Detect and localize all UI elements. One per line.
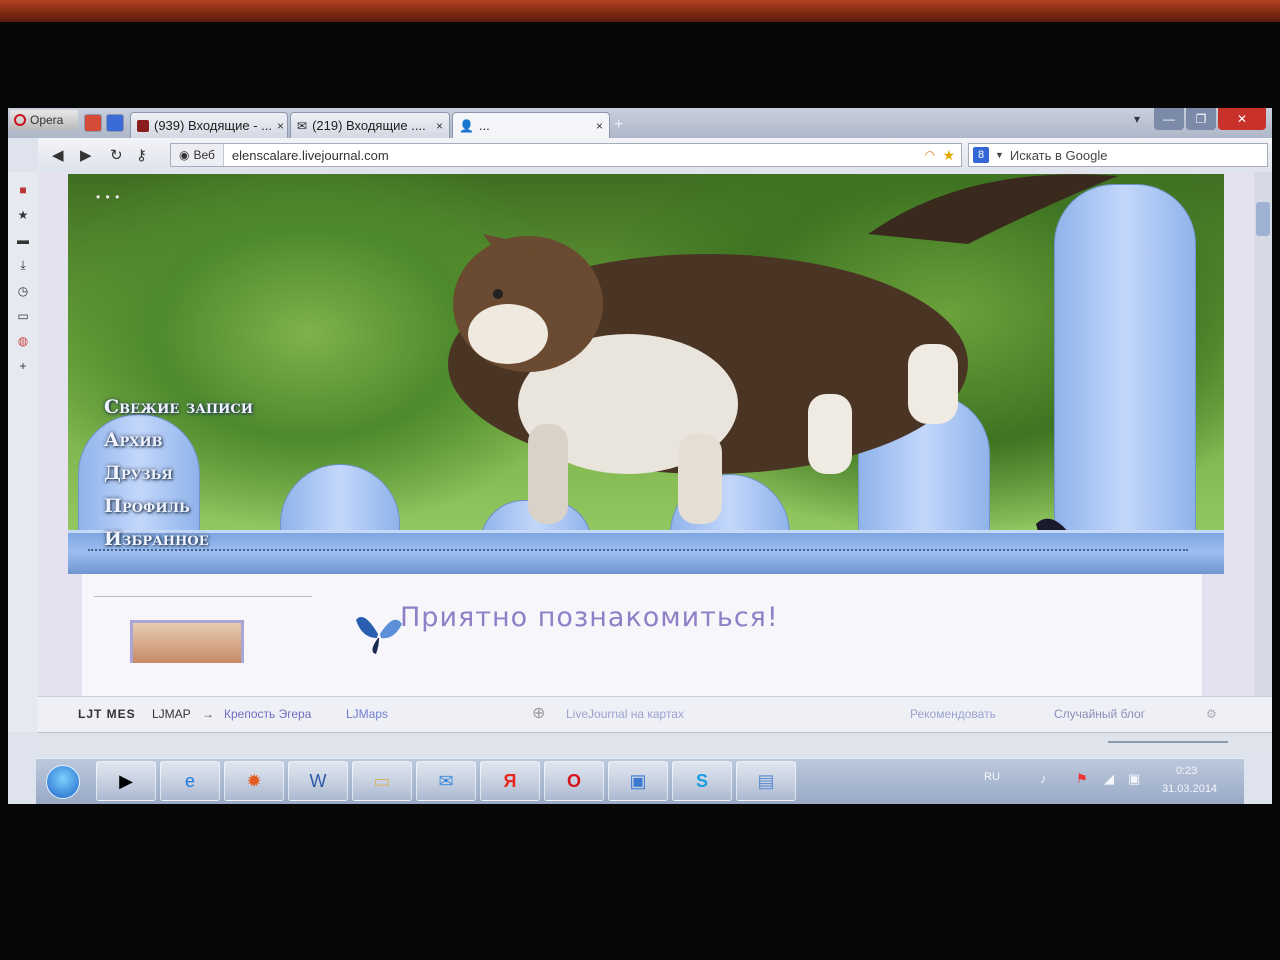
opera-menu-label: Opera <box>30 113 64 127</box>
ljmaps-link[interactable]: LJMaps <box>346 707 388 721</box>
start-button[interactable] <box>46 765 80 799</box>
screen: Opera (939) Входящие - ... × ✉ (219) Вхо… <box>8 108 1272 804</box>
ljmap-link[interactable]: Крепость Эгера <box>224 707 311 721</box>
picture-viewer-icon[interactable]: ▣ <box>608 761 668 801</box>
user-favicon-icon: 👤 <box>459 118 474 133</box>
nav-recent-entries[interactable]: Свежие записи <box>104 396 253 418</box>
forward-icon[interactable]: ▶ <box>80 146 92 164</box>
volume-icon[interactable]: ♪ <box>1040 771 1047 786</box>
tab-title: (939) Входящие - ... <box>154 118 272 133</box>
clock-time[interactable]: 0:23 <box>1176 765 1197 777</box>
globe-icon: ◉ <box>179 148 190 162</box>
bookmark-star-icon[interactable]: ★ <box>942 147 955 164</box>
tab-inbox-2[interactable]: ✉ (219) Входящие .... × <box>290 112 450 138</box>
internet-explorer-icon[interactable]: e <box>160 761 220 801</box>
downloads-icon[interactable]: ⤓ <box>8 258 38 273</box>
remote-desktop-icon[interactable]: ▤ <box>736 761 796 801</box>
recommend-link[interactable]: Рекомендовать <box>910 707 996 721</box>
tab-inbox-1[interactable]: (939) Входящие - ... × <box>130 112 288 138</box>
yandex-icon[interactable]: Я <box>480 761 540 801</box>
nav-archive[interactable]: Архив <box>104 429 253 451</box>
opera-menu-button[interactable]: Opera <box>10 110 78 130</box>
nav-friends[interactable]: Друзья <box>104 462 253 484</box>
add-panel-icon[interactable]: + <box>8 359 38 373</box>
key-icon[interactable]: ⚷ <box>136 146 147 164</box>
signal-icon[interactable]: ◢ <box>1104 771 1114 787</box>
journal-header-banner: • • • Свежие записи Архив Друзья Профиль… <box>68 174 1224 574</box>
maximize-button[interactable]: ❐ <box>1186 108 1216 130</box>
journal-nav-menu: Свежие записи Архив Друзья Профиль Избра… <box>104 396 253 561</box>
status-bar <box>38 732 1272 751</box>
scrollbar-thumb[interactable] <box>1256 202 1270 236</box>
tab-title: (219) Входящие .... <box>312 118 426 133</box>
page-content: • • • Свежие записи Архив Друзья Профиль… <box>38 172 1272 732</box>
history-icon[interactable]: ◷ <box>8 284 38 298</box>
random-blog-link[interactable]: Случайный блог <box>1054 707 1145 721</box>
pinned-tab-social[interactable] <box>106 114 124 132</box>
search-input[interactable]: 8 ▼ Искать в Google <box>968 143 1268 167</box>
tab-livejournal[interactable]: 👤 ... × <box>452 112 610 138</box>
tab-title: ... <box>478 118 490 133</box>
nav-profile[interactable]: Профиль <box>104 495 253 517</box>
opera-logo-icon <box>14 114 26 126</box>
url-field[interactable]: ◉ Веб elenscalare.livejournal.com ◠ ★ <box>170 143 962 167</box>
settings-icon[interactable]: ⚙ <box>1206 707 1217 721</box>
map-pin-icon: ⊕ <box>532 705 546 722</box>
opera-icon[interactable]: O <box>544 761 604 801</box>
language-indicator[interactable]: RU <box>984 771 1000 783</box>
close-window-button[interactable]: ✕ <box>1218 108 1266 130</box>
google-icon[interactable]: 8 <box>973 147 989 163</box>
ljtimes-brand[interactable]: LJT MES <box>78 707 136 721</box>
clock-date[interactable]: 31.03.2014 <box>1162 783 1217 795</box>
address-bar: ◀ ▶ ↻ ⚷ ◉ Веб elenscalare.livejournal.co… <box>38 138 1272 172</box>
mail-icon[interactable]: ✉ <box>416 761 476 801</box>
url-text: elenscalare.livejournal.com <box>231 147 389 163</box>
small-butterfly-icon <box>356 617 402 654</box>
monitor-icon[interactable]: ▣ <box>1128 771 1140 787</box>
notes-icon[interactable]: ▬ <box>8 233 38 247</box>
windows-taskbar: ▶ e ✹ W ▭ ✉ Я O ▣ S ▤ RU ♪ ⚑ ◢ ▣ 0:23 31… <box>36 758 1244 804</box>
site-badge[interactable]: ◉ Веб <box>171 144 224 166</box>
speed-dial-icon[interactable]: ■ <box>8 183 38 197</box>
paint-icon[interactable]: ✹ <box>224 761 284 801</box>
map-link[interactable]: LiveJournal на картах <box>566 707 684 721</box>
divider <box>94 596 312 597</box>
tab-list-button[interactable]: ▾ <box>1128 108 1146 130</box>
arrow-icon: → <box>202 707 214 721</box>
back-icon[interactable]: ◀ <box>52 146 64 164</box>
skype-icon[interactable]: S <box>672 761 732 801</box>
opera-side-panel: ■ ★ ▬ ⤓ ◷ ▭ ◍ + <box>8 172 39 732</box>
word-icon[interactable]: W <box>288 761 348 801</box>
search-placeholder: Искать в Google <box>1009 147 1108 163</box>
tab-close-icon[interactable]: × <box>596 119 603 133</box>
rss-icon[interactable]: ◠ <box>925 148 935 162</box>
vertical-scrollbar[interactable] <box>1254 172 1272 732</box>
new-tab-button[interactable]: + <box>614 116 623 134</box>
minimize-button[interactable]: — <box>1154 108 1184 130</box>
zoom-slider[interactable] <box>1108 741 1228 743</box>
monitor-bezel-top <box>0 0 1280 22</box>
envelope-icon: ✉ <box>297 118 308 133</box>
media-player-icon[interactable]: ▶ <box>96 761 156 801</box>
tab-bar: Opera (939) Входящие - ... × ✉ (219) Вхо… <box>8 108 1272 138</box>
tab-close-icon[interactable]: × <box>277 119 284 133</box>
site-badge-label: Веб <box>193 148 215 162</box>
nav-favorites[interactable]: Избранное <box>104 528 253 550</box>
search-dropdown-icon[interactable]: ▼ <box>995 150 1004 160</box>
greeting-title: Приятно познакомиться! <box>400 602 779 633</box>
reload-icon[interactable]: ↻ <box>110 146 123 164</box>
userpic-thumbnail[interactable] <box>130 620 244 663</box>
folder-icon[interactable]: ▭ <box>352 761 412 801</box>
bookmarks-icon[interactable]: ★ <box>8 208 38 222</box>
lj-toolbar: LJT MES LJMAP → Крепость Эгера LJMaps ⊕ … <box>38 696 1272 733</box>
panels-icon[interactable]: ▭ <box>8 309 38 323</box>
tab-close-icon[interactable]: × <box>436 119 443 133</box>
ljmap-label: LJMAP <box>152 707 191 721</box>
unite-icon[interactable]: ◍ <box>8 334 38 348</box>
network-alert-icon[interactable]: ⚑ <box>1076 771 1088 787</box>
mail-favicon-icon <box>137 119 149 132</box>
pinned-tab-mail[interactable] <box>84 114 102 132</box>
